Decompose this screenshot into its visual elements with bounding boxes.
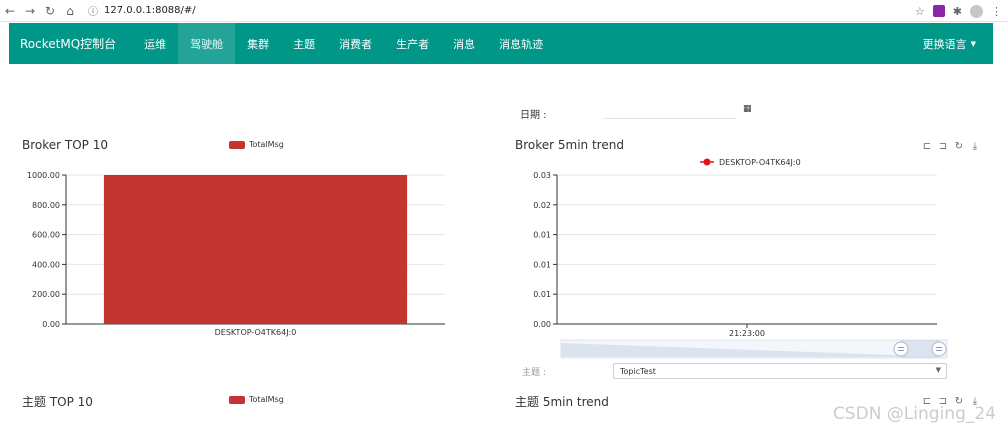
reload-icon[interactable]: ↻ [40, 0, 60, 22]
browser-toolbar: ← → ↻ ⌂ ⓘ 127.0.0.1:8088/#/ ☆ ✱ ⋮ [0, 0, 1008, 22]
language-dropdown[interactable]: 更换语言 ▼ [923, 23, 976, 64]
zoom-reset-icon[interactable]: ⊐ [938, 141, 948, 152]
puzzle-icon[interactable]: ✱ [953, 5, 962, 18]
nav-item-producer[interactable]: 生产者 [384, 23, 441, 64]
info-icon[interactable]: ⓘ [88, 3, 98, 18]
nav-item-ops[interactable]: 运维 [132, 23, 178, 64]
bookmark-star-icon[interactable]: ☆ [915, 5, 925, 18]
y-tick-label: 0.01 [533, 290, 551, 299]
date-input[interactable] [603, 103, 737, 119]
legend-marker [703, 158, 711, 166]
menu-dots-icon[interactable]: ⋮ [991, 5, 1002, 18]
select-arrow-icon: ▼ [935, 366, 941, 374]
datazoom-handle-right [931, 341, 947, 357]
address-bar[interactable]: ⓘ 127.0.0.1:8088/#/ [88, 3, 196, 18]
extension-icon[interactable] [932, 5, 945, 17]
y-tick-label: 0.01 [533, 231, 551, 240]
y-tick-label: 400.00 [32, 260, 60, 269]
forward-icon[interactable]: → [20, 0, 40, 22]
profile-avatar[interactable] [970, 4, 983, 18]
bar [103, 175, 408, 324]
legend-label: DESKTOP-O4TK64J:0 [719, 158, 801, 167]
home-icon[interactable]: ⌂ [60, 0, 80, 22]
nav-item-cluster[interactable]: 集群 [235, 23, 281, 64]
topic-label: 主题 : [522, 368, 546, 378]
nav-item-dashboard[interactable]: 驾驶舱 [178, 23, 236, 64]
topic-selected-value: TopicTest [620, 366, 656, 376]
broker-top10-chart: 0.00 200.00 400.00 600.00 800.00 1000.00 DESKT… [27, 171, 445, 337]
y-tick-label: 0.01 [533, 260, 551, 269]
y-tick-label: 0.00 [533, 320, 551, 329]
broker-top10-title: Broker TOP 10 [22, 138, 108, 152]
back-icon[interactable]: ← [0, 0, 20, 22]
restore-icon[interactable]: ↻ [954, 141, 964, 152]
app-navbar: RocketMQ控制台 运维 驾驶舱 集群 主题 消费者 生产者 消息 消息轨迹… [9, 23, 993, 64]
legend-label: TotalMsg [249, 395, 284, 404]
y-tick-label: 1000.00 [27, 171, 60, 180]
topic-top10-title: 主题 TOP 10 [22, 395, 93, 409]
y-tick-label: 600.00 [32, 231, 60, 240]
x-tick-label: 21:23:00 [729, 329, 765, 338]
topic-select[interactable]: TopicTest ▼ [613, 363, 947, 379]
datazoom-handle-left [893, 341, 909, 357]
y-tick-label: 0.03 [533, 171, 551, 180]
caret-down-icon: ▼ [970, 39, 976, 48]
brand-title[interactable]: RocketMQ控制台 [20, 35, 116, 52]
watermark: CSDN @Linging_24 [832, 404, 996, 424]
calendar-icon[interactable]: ▦ [743, 104, 752, 114]
download-icon[interactable]: ⤓ [970, 141, 980, 152]
nav-item-message-trace[interactable]: 消息轨迹 [487, 23, 555, 64]
url-text: 127.0.0.1:8088/#/ [104, 5, 196, 16]
zoom-icon[interactable]: ⊏ [922, 141, 932, 152]
nav-item-topic[interactable]: 主题 [281, 23, 327, 64]
broker-trend-chart: DESKTOP-O4TK64J:0 0.00 0.01 0.01 0.01 0.02 0.0… [533, 158, 948, 359]
language-label: 更换语言 [922, 37, 967, 51]
nav-item-consumer[interactable]: 消费者 [327, 23, 384, 64]
topic-trend-title: 主题 5min trend [515, 395, 609, 409]
y-tick-label: 200.00 [32, 290, 60, 299]
date-label: 日期 : [520, 110, 547, 121]
broker-trend-title: Broker 5min trend [515, 138, 624, 152]
y-tick-label: 0.00 [42, 320, 60, 329]
y-tick-label: 0.02 [533, 201, 551, 210]
legend-swatch [229, 395, 245, 404]
topic-top10-legend[interactable]: TotalMsg [229, 395, 284, 404]
nav-item-message[interactable]: 消息 [441, 23, 487, 64]
legend-swatch [229, 140, 245, 149]
legend-label: TotalMsg [249, 140, 284, 149]
chart-toolbox: ⊏ ⊐ ↻ ⤓ [922, 141, 980, 152]
y-tick-label: 800.00 [32, 201, 60, 210]
x-tick-label: DESKTOP-O4TK64J:0 [215, 328, 297, 337]
broker-top10-legend[interactable]: TotalMsg [229, 140, 284, 149]
